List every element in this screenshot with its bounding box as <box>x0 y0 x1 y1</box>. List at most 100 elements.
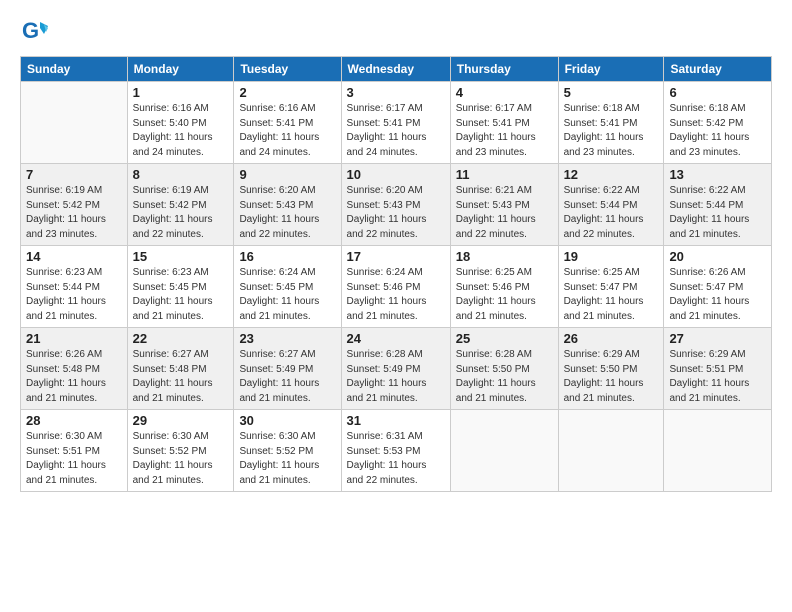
day-cell: 10 Sunrise: 6:20 AM Sunset: 5:43 PM Dayli… <box>341 164 450 246</box>
header-cell-tuesday: Tuesday <box>234 57 341 82</box>
day-number: 26 <box>564 331 659 346</box>
day-number: 18 <box>456 249 553 264</box>
day-info: Sunrise: 6:28 AM Sunset: 5:49 PM Dayligh… <box>347 348 445 406</box>
day-cell: 16 Sunrise: 6:24 AM Sunset: 5:45 PM Dayli… <box>234 246 341 328</box>
day-info: Sunrise: 6:19 AM Sunset: 5:42 PM Dayligh… <box>133 184 229 242</box>
day-cell <box>558 410 664 492</box>
day-cell: 19 Sunrise: 6:25 AM Sunset: 5:47 PM Dayli… <box>558 246 664 328</box>
week-row-3: 14 Sunrise: 6:23 AM Sunset: 5:44 PM Dayli… <box>21 246 772 328</box>
svg-text:G: G <box>22 18 39 43</box>
day-info: Sunrise: 6:30 AM Sunset: 5:52 PM Dayligh… <box>239 430 335 488</box>
day-number: 31 <box>347 413 445 428</box>
day-cell <box>450 410 558 492</box>
day-cell: 4 Sunrise: 6:17 AM Sunset: 5:41 PM Daylig… <box>450 82 558 164</box>
day-info: Sunrise: 6:30 AM Sunset: 5:51 PM Dayligh… <box>26 430 122 488</box>
day-number: 4 <box>456 85 553 100</box>
week-row-4: 21 Sunrise: 6:26 AM Sunset: 5:48 PM Dayli… <box>21 328 772 410</box>
day-number: 23 <box>239 331 335 346</box>
day-cell: 5Sunrise: 6:18 AM Sunset: 5:41 PM Daylig… <box>558 82 664 164</box>
day-number: 30 <box>239 413 335 428</box>
day-number: 25 <box>456 331 553 346</box>
day-cell: 1 Sunrise: 6:16 AM Sunset: 5:40 PM Daylig… <box>127 82 234 164</box>
day-info: Sunrise: 6:29 AM Sunset: 5:50 PM Dayligh… <box>564 348 659 406</box>
day-number: 21 <box>26 331 122 346</box>
header-cell-sunday: Sunday <box>21 57 128 82</box>
day-cell: 21 Sunrise: 6:26 AM Sunset: 5:48 PM Dayli… <box>21 328 128 410</box>
day-info: Sunrise: 6:25 AM Sunset: 5:47 PM Dayligh… <box>564 266 659 324</box>
day-cell: 7Sunrise: 6:19 AM Sunset: 5:42 PM Daylig… <box>21 164 128 246</box>
day-cell: 29 Sunrise: 6:30 AM Sunset: 5:52 PM Dayli… <box>127 410 234 492</box>
day-cell: 14 Sunrise: 6:23 AM Sunset: 5:44 PM Dayli… <box>21 246 128 328</box>
day-info: Sunrise: 6:24 AM Sunset: 5:46 PM Dayligh… <box>347 266 445 324</box>
day-number: 28 <box>26 413 122 428</box>
page: G SundayMondayTuesdayWednesdayThursdayFr… <box>0 0 792 612</box>
week-row-5: 28 Sunrise: 6:30 AM Sunset: 5:51 PM Dayli… <box>21 410 772 492</box>
header: G <box>20 18 772 46</box>
day-cell: 23 Sunrise: 6:27 AM Sunset: 5:49 PM Dayli… <box>234 328 341 410</box>
week-row-2: 7Sunrise: 6:19 AM Sunset: 5:42 PM Daylig… <box>21 164 772 246</box>
logo: G <box>20 18 52 46</box>
day-info: Sunrise: 6:31 AM Sunset: 5:53 PM Dayligh… <box>347 430 445 488</box>
day-number: 16 <box>239 249 335 264</box>
day-info: Sunrise: 6:30 AM Sunset: 5:52 PM Dayligh… <box>133 430 229 488</box>
logo-icon: G <box>20 18 48 46</box>
day-number: 17 <box>347 249 445 264</box>
day-number: 2 <box>239 85 335 100</box>
day-cell: 11Sunrise: 6:21 AM Sunset: 5:43 PM Dayli… <box>450 164 558 246</box>
day-number: 1 <box>133 85 229 100</box>
day-info: Sunrise: 6:28 AM Sunset: 5:50 PM Dayligh… <box>456 348 553 406</box>
day-info: Sunrise: 6:16 AM Sunset: 5:40 PM Dayligh… <box>133 102 229 160</box>
day-cell: 15Sunrise: 6:23 AM Sunset: 5:45 PM Dayli… <box>127 246 234 328</box>
day-number: 20 <box>669 249 766 264</box>
header-cell-friday: Friday <box>558 57 664 82</box>
day-cell: 28 Sunrise: 6:30 AM Sunset: 5:51 PM Dayli… <box>21 410 128 492</box>
day-number: 15 <box>133 249 229 264</box>
day-cell: 30 Sunrise: 6:30 AM Sunset: 5:52 PM Dayli… <box>234 410 341 492</box>
day-info: Sunrise: 6:27 AM Sunset: 5:49 PM Dayligh… <box>239 348 335 406</box>
day-info: Sunrise: 6:17 AM Sunset: 5:41 PM Dayligh… <box>456 102 553 160</box>
day-cell: 17 Sunrise: 6:24 AM Sunset: 5:46 PM Dayli… <box>341 246 450 328</box>
header-cell-thursday: Thursday <box>450 57 558 82</box>
day-cell: 27 Sunrise: 6:29 AM Sunset: 5:51 PM Dayli… <box>664 328 772 410</box>
day-info: Sunrise: 6:27 AM Sunset: 5:48 PM Dayligh… <box>133 348 229 406</box>
day-cell: 26 Sunrise: 6:29 AM Sunset: 5:50 PM Dayli… <box>558 328 664 410</box>
day-info: Sunrise: 6:18 AM Sunset: 5:42 PM Dayligh… <box>669 102 766 160</box>
day-cell: 2 Sunrise: 6:16 AM Sunset: 5:41 PM Daylig… <box>234 82 341 164</box>
day-info: Sunrise: 6:29 AM Sunset: 5:51 PM Dayligh… <box>669 348 766 406</box>
day-number: 22 <box>133 331 229 346</box>
day-info: Sunrise: 6:17 AM Sunset: 5:41 PM Dayligh… <box>347 102 445 160</box>
day-info: Sunrise: 6:25 AM Sunset: 5:46 PM Dayligh… <box>456 266 553 324</box>
day-info: Sunrise: 6:18 AM Sunset: 5:41 PM Dayligh… <box>564 102 659 160</box>
day-info: Sunrise: 6:19 AM Sunset: 5:42 PM Dayligh… <box>26 184 122 242</box>
day-info: Sunrise: 6:22 AM Sunset: 5:44 PM Dayligh… <box>564 184 659 242</box>
day-number: 14 <box>26 249 122 264</box>
day-cell: 12 Sunrise: 6:22 AM Sunset: 5:44 PM Dayli… <box>558 164 664 246</box>
header-cell-saturday: Saturday <box>664 57 772 82</box>
day-number: 24 <box>347 331 445 346</box>
day-number: 12 <box>564 167 659 182</box>
header-row: SundayMondayTuesdayWednesdayThursdayFrid… <box>21 57 772 82</box>
day-info: Sunrise: 6:20 AM Sunset: 5:43 PM Dayligh… <box>347 184 445 242</box>
day-info: Sunrise: 6:21 AM Sunset: 5:43 PM Dayligh… <box>456 184 553 242</box>
day-cell <box>664 410 772 492</box>
day-info: Sunrise: 6:22 AM Sunset: 5:44 PM Dayligh… <box>669 184 766 242</box>
day-cell: 20Sunrise: 6:26 AM Sunset: 5:47 PM Dayli… <box>664 246 772 328</box>
day-cell <box>21 82 128 164</box>
day-number: 19 <box>564 249 659 264</box>
day-number: 27 <box>669 331 766 346</box>
header-cell-monday: Monday <box>127 57 234 82</box>
day-info: Sunrise: 6:24 AM Sunset: 5:45 PM Dayligh… <box>239 266 335 324</box>
day-cell: 25 Sunrise: 6:28 AM Sunset: 5:50 PM Dayli… <box>450 328 558 410</box>
day-info: Sunrise: 6:16 AM Sunset: 5:41 PM Dayligh… <box>239 102 335 160</box>
day-number: 29 <box>133 413 229 428</box>
day-info: Sunrise: 6:26 AM Sunset: 5:48 PM Dayligh… <box>26 348 122 406</box>
day-number: 10 <box>347 167 445 182</box>
calendar: SundayMondayTuesdayWednesdayThursdayFrid… <box>20 56 772 492</box>
header-cell-wednesday: Wednesday <box>341 57 450 82</box>
day-cell: 18 Sunrise: 6:25 AM Sunset: 5:46 PM Dayli… <box>450 246 558 328</box>
day-cell: 9 Sunrise: 6:20 AM Sunset: 5:43 PM Daylig… <box>234 164 341 246</box>
day-info: Sunrise: 6:23 AM Sunset: 5:44 PM Dayligh… <box>26 266 122 324</box>
day-info: Sunrise: 6:20 AM Sunset: 5:43 PM Dayligh… <box>239 184 335 242</box>
day-number: 8 <box>133 167 229 182</box>
day-number: 9 <box>239 167 335 182</box>
